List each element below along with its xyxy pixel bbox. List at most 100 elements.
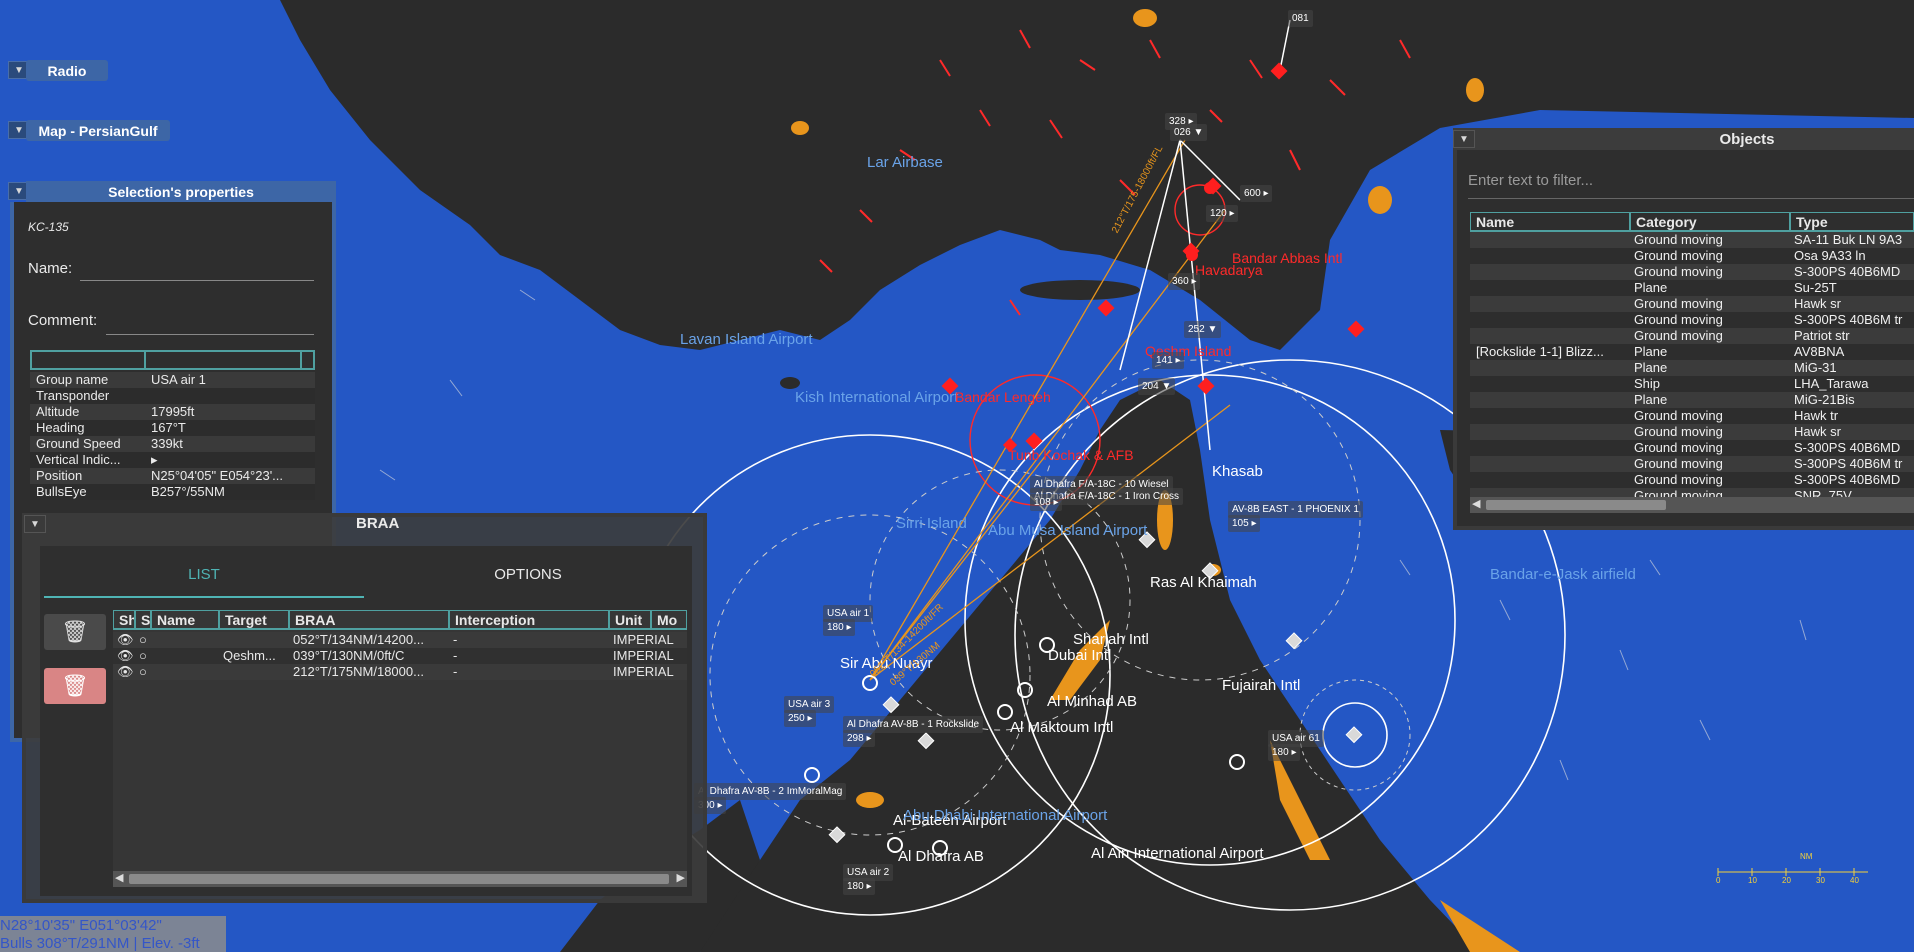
column-header[interactable]: Unit bbox=[609, 610, 651, 630]
eye-icon[interactable]: 👁 bbox=[113, 632, 135, 648]
label-lar-airbase[interactable]: Lar Airbase bbox=[867, 154, 943, 171]
label-abu-dhabi-intl[interactable]: Abu Dhabi International Airport bbox=[903, 807, 1107, 824]
property-key: Heading bbox=[36, 420, 85, 435]
label-al-maktoum[interactable]: Al Maktoum Intl bbox=[1010, 719, 1113, 736]
property-value[interactable]: ▸ bbox=[147, 452, 315, 468]
label-al-ain-intl[interactable]: Al Ain International Airport bbox=[1091, 845, 1264, 862]
table-row[interactable]: 👁 ○ 052°T/134NM/14200... - IMPERIAL bbox=[113, 632, 687, 648]
cell-type: Su-25T bbox=[1794, 280, 1837, 295]
table-row[interactable]: Plane Su-25T bbox=[1470, 280, 1914, 296]
select-icon[interactable]: ○ bbox=[135, 632, 151, 648]
table-row[interactable]: Ground moving Hawk sr bbox=[1470, 424, 1914, 440]
objects-horizontal-scrollbar[interactable]: ◀ bbox=[1470, 497, 1914, 513]
unit-tag[interactable]: 120 ▸ bbox=[1206, 205, 1239, 222]
cell-name bbox=[1470, 296, 1630, 312]
scrollbar-thumb[interactable] bbox=[129, 874, 669, 884]
column-header[interactable]: Name bbox=[1470, 212, 1630, 232]
column-header[interactable]: Type bbox=[1790, 212, 1914, 232]
select-icon[interactable]: ○ bbox=[135, 664, 151, 680]
unit-tag[interactable]: 081 bbox=[1288, 10, 1313, 27]
table-row[interactable]: Ground moving S-300PS 40B6MD bbox=[1470, 472, 1914, 488]
scrollbar-thumb[interactable] bbox=[1486, 500, 1666, 510]
filter-input[interactable]: Enter text to filter... bbox=[1468, 170, 1914, 199]
table-row[interactable]: Ground moving S-300PS 40B6MD bbox=[1470, 440, 1914, 456]
table-row[interactable]: 👁 ○ 212°T/175NM/18000... - IMPERIAL bbox=[113, 664, 687, 680]
braa-table-body: 👁 ○ 052°T/134NM/14200... - IMPERIAL 👁 ○ … bbox=[113, 632, 687, 680]
cell-type: Hawk sr bbox=[1794, 424, 1841, 439]
label-ras-al-khaimah[interactable]: Ras Al Khaimah bbox=[1150, 574, 1257, 591]
horizontal-scrollbar[interactable]: ◀ ▶ bbox=[113, 871, 687, 887]
table-row[interactable]: Ground moving S-300PS 40B6MD bbox=[1470, 264, 1914, 280]
unit-tag[interactable]: 141 ▸ bbox=[1152, 352, 1185, 369]
label-dubai-intl[interactable]: Dubai Intl bbox=[1048, 647, 1111, 664]
name-label: Name: bbox=[28, 260, 73, 277]
unit-tag[interactable]: 108 ▸ bbox=[1030, 494, 1063, 511]
label-bandar-lengeh[interactable]: Bandar Lengeh bbox=[955, 389, 1051, 405]
triangle-down-icon: ▼ bbox=[1459, 133, 1469, 145]
label-tunb[interactable]: Tunb Kochak & AFB bbox=[1008, 447, 1134, 463]
column-header[interactable]: Sh bbox=[113, 610, 135, 630]
radio-panel-title[interactable]: Radio bbox=[26, 60, 108, 81]
property-value: N25°04'05" E054°23'... bbox=[151, 468, 284, 483]
table-row[interactable]: Ground moving Patriot str bbox=[1470, 328, 1914, 344]
table-row[interactable]: Plane MiG-21Bis bbox=[1470, 392, 1914, 408]
label-abu-musa[interactable]: Abu Musa Island Airport bbox=[988, 522, 1147, 539]
eye-icon[interactable]: 👁 bbox=[113, 664, 135, 680]
unit-tag[interactable]: 180 ▸ bbox=[1268, 744, 1301, 761]
table-row[interactable]: Ground moving S-300PS 40B6M tr bbox=[1470, 312, 1914, 328]
table-row[interactable]: [Rockslide 1-1] Blizz... Plane AV8BNA bbox=[1470, 344, 1914, 360]
table-row[interactable]: Ship LHA_Tarawa bbox=[1470, 376, 1914, 392]
label-sharjah-intl[interactable]: Sharjah Intl bbox=[1073, 631, 1149, 648]
map-panel-title[interactable]: Map - PersianGulf bbox=[26, 120, 170, 141]
unit-tag[interactable]: 298 ▸ bbox=[843, 730, 876, 747]
table-row[interactable]: Ground moving Hawk tr bbox=[1470, 408, 1914, 424]
column-header[interactable]: Target bbox=[219, 610, 289, 630]
table-row[interactable]: Plane MiG-31 bbox=[1470, 360, 1914, 376]
label-khasab[interactable]: Khasab bbox=[1212, 463, 1263, 480]
unit-tag[interactable]: 204 ▼ bbox=[1138, 378, 1176, 395]
delete-all-button[interactable]: 🗑 bbox=[44, 668, 106, 704]
label-havadarya[interactable]: Havadarya bbox=[1195, 262, 1263, 278]
property-row: Group name USA air 1 bbox=[30, 372, 315, 388]
unit-tag[interactable]: 026 ▼ bbox=[1170, 124, 1208, 141]
delete-button[interactable]: 🗑 bbox=[44, 614, 106, 650]
table-row[interactable]: Ground moving S-300PS 40B6M tr bbox=[1470, 456, 1914, 472]
label-sirri-island[interactable]: Sirri Island bbox=[896, 515, 967, 532]
column-header[interactable]: BRAA bbox=[289, 610, 449, 630]
scroll-right-icon[interactable]: ▶ bbox=[677, 871, 685, 884]
tab-options[interactable]: OPTIONS bbox=[370, 566, 686, 583]
column-header[interactable]: Category bbox=[1630, 212, 1790, 232]
braa-panel-title: BRAA bbox=[356, 515, 400, 532]
table-row[interactable]: Ground moving SA-11 Buk LN 9A3 bbox=[1470, 232, 1914, 248]
unit-tag[interactable]: 180 ▸ bbox=[843, 878, 876, 895]
name-field[interactable] bbox=[80, 280, 314, 281]
select-icon[interactable]: ○ bbox=[135, 648, 151, 664]
unit-tag[interactable]: 105 ▸ bbox=[1228, 515, 1261, 532]
tab-list[interactable]: LIST bbox=[44, 566, 364, 583]
eye-icon[interactable]: 👁 bbox=[113, 648, 135, 664]
label-al-minhad[interactable]: Al Minhad AB bbox=[1047, 693, 1137, 710]
column-header[interactable]: Name bbox=[151, 610, 219, 630]
label-fujairah-intl[interactable]: Fujairah Intl bbox=[1222, 677, 1300, 694]
unit-tag[interactable]: 600 ▸ bbox=[1240, 185, 1273, 202]
unit-tag[interactable]: 180 ▸ bbox=[823, 619, 856, 636]
column-header[interactable]: Interception bbox=[449, 610, 609, 630]
unit-tag[interactable]: 360 ▸ bbox=[1168, 273, 1201, 290]
braa-toggle[interactable]: ▼ bbox=[24, 515, 46, 533]
comment-field[interactable] bbox=[106, 334, 314, 335]
scroll-left-icon[interactable]: ◀ bbox=[1472, 497, 1480, 510]
label-bandar-jask[interactable]: Bandar-e-Jask airfield bbox=[1490, 566, 1636, 583]
column-header[interactable]: Se bbox=[135, 610, 151, 630]
objects-toggle[interactable]: ▼ bbox=[1453, 130, 1475, 148]
scroll-left-icon[interactable]: ◀ bbox=[115, 871, 123, 884]
label-lavan-island[interactable]: Lavan Island Airport bbox=[680, 331, 813, 348]
label-al-dhafra-ab[interactable]: Al Dhafra AB bbox=[898, 848, 984, 865]
triangle-down-icon: ▼ bbox=[14, 64, 24, 76]
unit-tag[interactable]: 250 ▸ bbox=[784, 710, 817, 727]
table-row[interactable]: Ground moving Hawk sr bbox=[1470, 296, 1914, 312]
column-header[interactable]: Mo bbox=[651, 610, 687, 630]
unit-tag[interactable]: 252 ▼ bbox=[1184, 321, 1222, 338]
label-kish-intl[interactable]: Kish International Airport bbox=[795, 389, 958, 406]
table-row[interactable]: 👁 ○ Qeshm... 039°T/130NM/0ft/C - IMPERIA… bbox=[113, 648, 687, 664]
table-row[interactable]: Ground moving Osa 9A33 ln bbox=[1470, 248, 1914, 264]
